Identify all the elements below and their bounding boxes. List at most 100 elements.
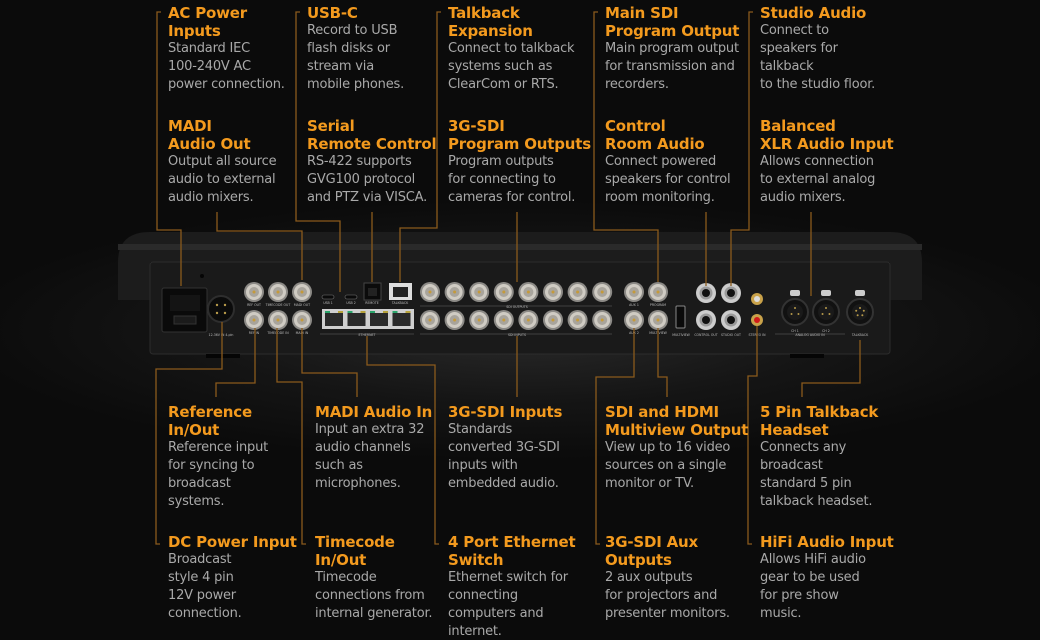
callout-heading: SerialRemote Control [307, 117, 457, 153]
description-line: to external analog [760, 171, 910, 189]
callout-heading: 3G-SDI Inputs [448, 403, 598, 421]
heading-line: AC Power [168, 4, 318, 22]
callout-serial-remote-control: SerialRemote ControlRS-422 supportsGVG10… [307, 117, 457, 207]
heading-line: Room Audio [605, 135, 755, 153]
heading-line: Remote Control [307, 135, 457, 153]
bnc-connector [292, 282, 312, 302]
description-line: cameras for control. [448, 189, 598, 207]
ethernet-port [370, 311, 388, 326]
callout-reference-in-out: ReferenceIn/OutReference inputfor syncin… [168, 403, 318, 511]
callout-heading: 3G-SDI AuxOutputs [605, 533, 755, 569]
ethernet-port [393, 311, 411, 326]
heading-line: Expansion [448, 22, 598, 40]
callout-heading: ControlRoom Audio [605, 117, 755, 153]
description-line: Standards [448, 421, 598, 439]
heading-line: MADI Audio In [315, 403, 465, 421]
panel-label: USB 2 [346, 301, 356, 305]
callout-description: Allows HiFi audiogear to be usedfor pre … [760, 551, 910, 623]
panel-label: STUDIO OUT [721, 333, 741, 337]
description-line: Main program output [605, 40, 755, 58]
panel-label: 12-36V IN 4-pin [209, 333, 234, 337]
sdi-input-bnc [494, 310, 514, 330]
hdmi-port [676, 306, 685, 328]
callout-description: Connects anybroadcaststandard 5 pintalkb… [760, 439, 910, 511]
usb-c-port-2 [345, 295, 357, 299]
callout-description: Broadcaststyle 4 pin12V powerconnection. [168, 551, 318, 623]
callout-description: Record to USBflash disks orstream viamob… [307, 22, 457, 94]
description-line: power connection. [168, 76, 318, 94]
description-line: ClearCom or RTS. [448, 76, 598, 94]
callout-heading: TimecodeIn/Out [315, 533, 465, 569]
description-line: gear to be used [760, 569, 910, 587]
callout-description: Input an extra 32audio channelssuch asmi… [315, 421, 465, 493]
callout-3g-sdi-inputs: 3G-SDI InputsStandardsconverted 3G-SDIin… [448, 403, 598, 493]
callout-heading: AC PowerInputs [168, 4, 318, 40]
description-line: and PTZ via VISCA. [307, 189, 457, 207]
heading-line: Reference [168, 403, 318, 421]
panel-label: TIMECODE IN [266, 331, 289, 335]
dc-xlr-connector [208, 296, 234, 322]
trs-jack [721, 310, 741, 330]
description-line: Allows HiFi audio [760, 551, 910, 569]
description-line: music. [760, 605, 910, 623]
description-line: standard 5 pin [760, 475, 910, 493]
bnc-connector [268, 282, 288, 302]
description-line: systems. [168, 493, 318, 511]
description-line: audio to external [168, 171, 318, 189]
description-line: audio mixers. [168, 189, 318, 207]
heading-line: Inputs [168, 22, 318, 40]
callout-heading: MADIAudio Out [168, 117, 318, 153]
description-line: 2 aux outputs [605, 569, 755, 587]
callout-madi-audio-out: MADIAudio OutOutput all sourceaudio to e… [168, 117, 318, 207]
callout-description: Ethernet switch forconnectingcomputers a… [448, 569, 598, 640]
callout-description: Program outputsfor connecting tocameras … [448, 153, 598, 207]
description-line: Record to USB [307, 22, 457, 40]
aux-multiview-bnc [648, 310, 668, 330]
description-line: talkback headset. [760, 493, 910, 511]
callout-hifi-audio-input: HiFi Audio InputAllows HiFi audiogear to… [760, 533, 910, 623]
description-line: broadcast [168, 475, 318, 493]
description-line: audio mixers. [760, 189, 910, 207]
callout-description: 2 aux outputsfor projectors andpresenter… [605, 569, 755, 623]
panel-label: ANALOG AUDIO IN [795, 333, 825, 337]
description-line: Allows connection [760, 153, 910, 171]
heading-line: MADI [168, 117, 318, 135]
ethernet-port [348, 311, 366, 326]
callout-description: Standardsconverted 3G-SDIinputs withembe… [448, 421, 598, 493]
callout-description: Allows connectionto external analogaudio… [760, 153, 910, 207]
callout-description: Output all sourceaudio to externalaudio … [168, 153, 318, 207]
description-line: connection. [168, 605, 318, 623]
description-line: inputs with [448, 457, 598, 475]
description-line: speakers for [760, 40, 910, 58]
callout-timecode-in-out: TimecodeIn/OutTimecodeconnections fromin… [315, 533, 465, 623]
description-line: Program outputs [448, 153, 598, 171]
description-line: audio channels [315, 439, 465, 457]
heading-line: 3G-SDI Aux [605, 533, 755, 551]
callout-heading: Studio Audio [760, 4, 910, 22]
callout-description: RS-422 supportsGVG100 protocoland PTZ vi… [307, 153, 457, 207]
callout-heading: 5 Pin TalkbackHeadset [760, 403, 910, 439]
callout-madi-audio-in: MADI Audio InInput an extra 32audio chan… [315, 403, 465, 493]
aux-multiview-bnc [624, 310, 644, 330]
bnc-connector [244, 310, 264, 330]
description-line: internet. [448, 623, 598, 640]
description-line: 100-240V AC [168, 58, 318, 76]
description-line: Output all source [168, 153, 318, 171]
description-line: presenter monitors. [605, 605, 755, 623]
panel-label: SDI OUTPUTS [506, 305, 527, 309]
callout-heading: MADI Audio In [315, 403, 465, 421]
heading-line: Outputs [605, 551, 755, 569]
heading-line: Serial [307, 117, 457, 135]
aux-program-bnc [648, 282, 668, 302]
callout-4-port-ethernet-switch: 4 Port EthernetSwitchEthernet switch for… [448, 533, 598, 640]
sdi-input-bnc [469, 310, 489, 330]
panel-label: REF OUT [247, 303, 261, 307]
description-line: Connects any [760, 439, 910, 457]
heading-line: HiFi Audio Input [760, 533, 910, 551]
callout-description: Reference inputfor syncing tobroadcastsy… [168, 439, 318, 511]
description-line: internal generator. [315, 605, 465, 623]
sdi-output-bnc [445, 282, 465, 302]
panel-label: MADI OUT [294, 303, 310, 307]
description-line: embedded audio. [448, 475, 598, 493]
heading-line: 3G-SDI Inputs [448, 403, 598, 421]
